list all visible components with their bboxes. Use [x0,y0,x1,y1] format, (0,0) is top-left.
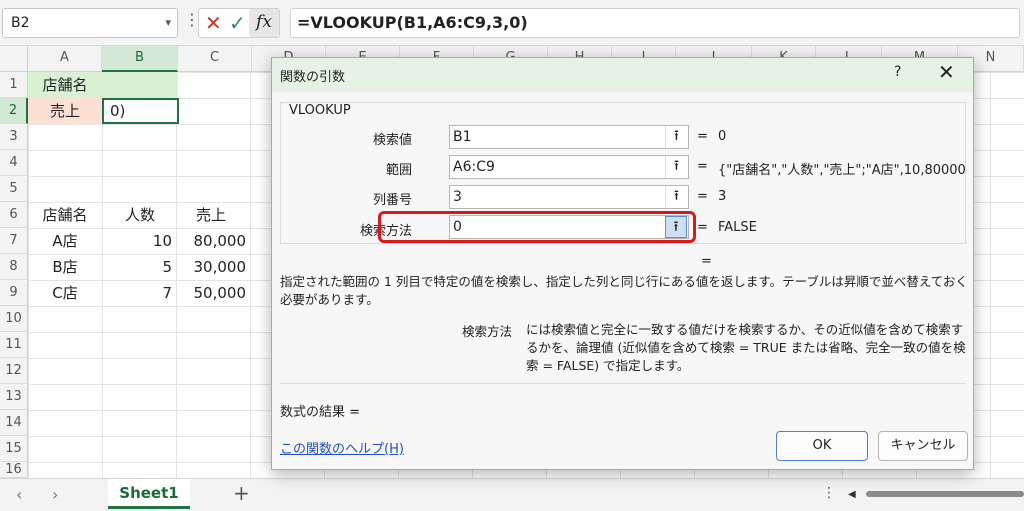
horizontal-scrollbar[interactable] [866,491,1024,497]
arg-input-lookup-value[interactable]: B1 [449,125,689,149]
chevron-right-icon[interactable]: › [52,485,58,504]
chevron-left-icon[interactable]: ‹ [16,485,22,504]
formula-result: 数式の結果 = [280,405,361,420]
formula-input[interactable]: =VLOOKUP(B1,A6:C9,3,0) [290,8,1020,38]
arg-result-lookup-value: 0 [718,129,727,144]
cell-b2-active[interactable]: 0) [102,98,179,124]
function-description: 指定された範囲の 1 列目で特定の値を検索し、指定した列と同じ行にある値を返しま… [280,274,968,307]
row-header-5[interactable]: 5 [0,176,28,202]
column-header-b[interactable]: B [102,46,178,72]
row-header-4[interactable]: 4 [0,150,28,176]
row-header-9[interactable]: 9 [0,280,28,306]
dialog-title: 関数の引数 [280,70,346,85]
row-header-2[interactable]: 2 [0,98,28,124]
row-header-3[interactable]: 3 [0,124,28,150]
scroll-left-icon[interactable]: ◀ [848,489,856,500]
cell-b9[interactable]: 7 [102,280,178,306]
check-icon[interactable]: ✓ [229,11,246,35]
formula-buttons: ✕ ✓ fx [198,8,280,38]
more-icon[interactable]: ⋮ [822,485,836,501]
divider [280,383,966,384]
collapse-dialog-icon[interactable]: ⭱ [665,126,687,148]
row-header-13[interactable]: 13 [0,384,28,410]
cancel-icon[interactable]: ✕ [205,11,222,35]
row-header-15[interactable]: 15 [0,436,28,462]
row-header-6[interactable]: 6 [0,202,28,228]
arg-result-table-array: {"店舗名","人数","売上";"A店",10,80000 [718,163,966,178]
arg-label-lookup-value: 検索値 [372,133,412,148]
dialog-titlebar[interactable]: 関数の引数 ? ✕ [272,58,973,92]
arg-result-col-index: 3 [718,189,727,204]
row-header-8[interactable]: 8 [0,254,28,280]
close-icon[interactable]: ✕ [938,60,955,84]
insert-function-button[interactable]: fx [249,9,279,37]
arg-result-range-lookup: FALSE [718,220,757,235]
cell-c9[interactable]: 50,000 [178,280,252,306]
row-header-14[interactable]: 14 [0,410,28,436]
row-header-7[interactable]: 7 [0,228,28,254]
sheet-tab-sheet1[interactable]: Sheet1 [108,479,190,509]
ok-button[interactable]: OK [776,431,868,461]
sheet-tab-bar: ‹ › Sheet1 + ⋮ ◀ [0,478,1024,511]
row-header-12[interactable]: 12 [0,358,28,384]
select-all-corner[interactable] [0,46,28,72]
cell-b6[interactable]: 人数 [102,202,178,228]
cancel-button[interactable]: キャンセル [878,431,968,461]
cell-b8[interactable]: 5 [102,254,178,280]
arg-equals: = [697,129,708,144]
cell-a9[interactable]: C店 [28,280,102,306]
help-icon[interactable]: ? [894,64,901,80]
cell-a1[interactable]: 店舗名 [28,72,102,98]
cell-a7[interactable]: A店 [28,228,102,254]
function-name: VLOOKUP [289,103,351,118]
row-header-10[interactable]: 10 [0,306,28,332]
arg-equals: = [697,159,708,174]
function-result-equals: = [701,254,712,269]
arg-label-table-array: 範囲 [385,163,412,178]
cell-c8[interactable]: 30,000 [178,254,252,280]
column-header-a[interactable]: A [28,46,102,72]
row-header-11[interactable]: 11 [0,332,28,358]
add-sheet-icon[interactable]: + [233,481,250,505]
arg-equals: = [697,220,708,235]
collapse-dialog-icon[interactable]: ⭱ [665,186,687,208]
cell-a8[interactable]: B店 [28,254,102,280]
arg-label-col-index: 列番号 [372,193,412,208]
cell-a6[interactable]: 店舗名 [28,202,102,228]
cell-b1[interactable] [102,72,178,98]
arg-input-col-index[interactable]: 3 [449,185,689,209]
row-header-16[interactable]: 16 [0,462,28,478]
chevron-down-icon[interactable]: ▾ [165,9,171,37]
function-help-link[interactable]: この関数のヘルプ(H) [280,438,404,457]
cell-a2[interactable]: 売上 [28,98,102,124]
collapse-dialog-icon[interactable]: ⭱ [665,156,687,178]
function-arguments-dialog: 関数の引数 ? ✕ VLOOKUP 検索値 B1 ⭱ = 0 範囲 A6:C9 … [271,57,974,470]
arg-input-table-array[interactable]: A6:C9 [449,155,689,179]
highlight-box [378,211,696,243]
name-box[interactable]: B2 ▾ [2,8,178,38]
column-header-c[interactable]: C [178,46,252,72]
cell-c7[interactable]: 80,000 [178,228,252,254]
param-name: 検索方法 [462,324,513,339]
cell-c6[interactable]: 売上 [190,202,252,228]
param-description: には検索値と完全に一致する値だけを検索するか、その近似値を含めて検索するかを、論… [526,322,966,373]
row-header-1[interactable]: 1 [0,72,28,98]
formula-bar: B2 ▾ ⋮ ✕ ✓ fx =VLOOKUP(B1,A6:C9,3,0) [0,0,1024,46]
cell-b7[interactable]: 10 [102,228,178,254]
arg-equals: = [697,189,708,204]
name-box-value: B2 [11,15,30,31]
